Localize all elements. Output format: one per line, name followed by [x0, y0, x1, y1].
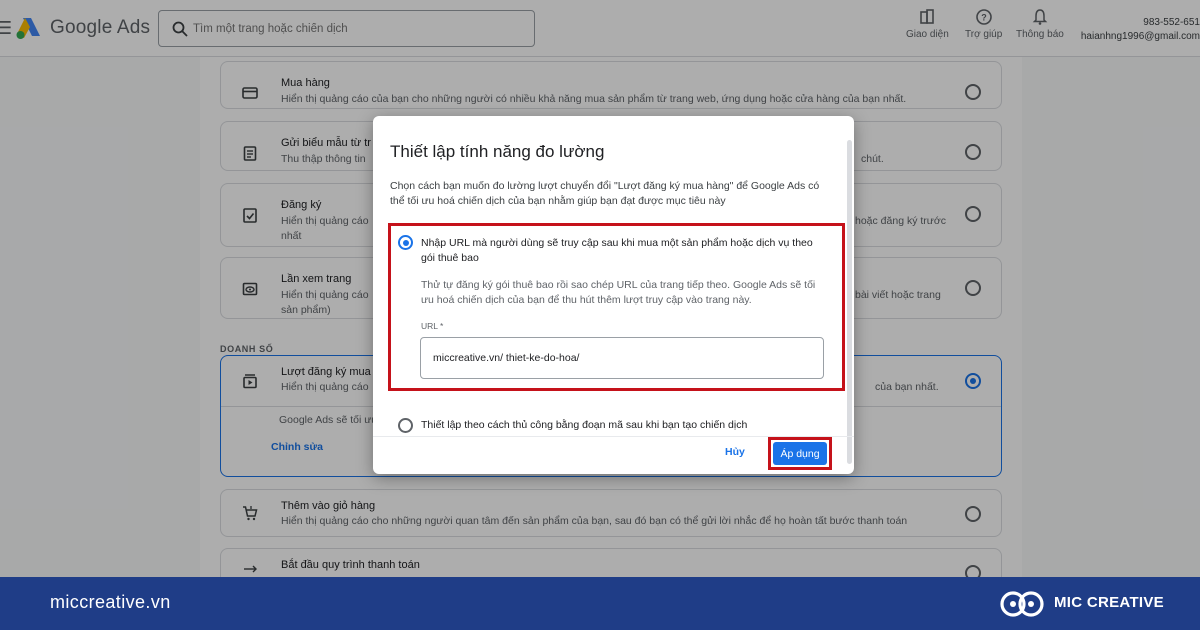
dialog-intro: Chọn cách bạn muốn đo lường lượt chuyển …	[390, 180, 820, 207]
option-manual-radio[interactable]	[398, 418, 413, 433]
footer-company-name: MIC CREATIVE	[1054, 594, 1164, 611]
option-url-label: Nhập URL mà người dùng sẽ truy cập sau k…	[421, 237, 813, 264]
apply-highlight: Áp dụng	[768, 437, 832, 470]
brand-footer: miccreative.vn MIC CREATIVE	[0, 577, 1200, 630]
option-url-radio[interactable]	[398, 235, 413, 250]
option-manual-label: Thiết lập theo cách thủ công bằng đoạn m…	[421, 419, 748, 431]
option-url-help: Thử tự đăng ký gói thuê bao rồi sao chép…	[421, 279, 816, 306]
measurement-setup-dialog: Thiết lập tính năng đo lường Chọn cách b…	[373, 116, 854, 474]
url-field-label: URL *	[421, 321, 444, 331]
dialog-title: Thiết lập tính năng đo lường	[390, 142, 605, 161]
footer-website[interactable]: miccreative.vn	[50, 592, 171, 613]
cancel-button[interactable]: Hủy	[725, 446, 745, 458]
mic-creative-logo	[1000, 591, 1044, 617]
url-input[interactable]	[420, 337, 824, 379]
dialog-scrollbar[interactable]	[847, 140, 852, 464]
apply-button[interactable]: Áp dụng	[773, 442, 827, 465]
